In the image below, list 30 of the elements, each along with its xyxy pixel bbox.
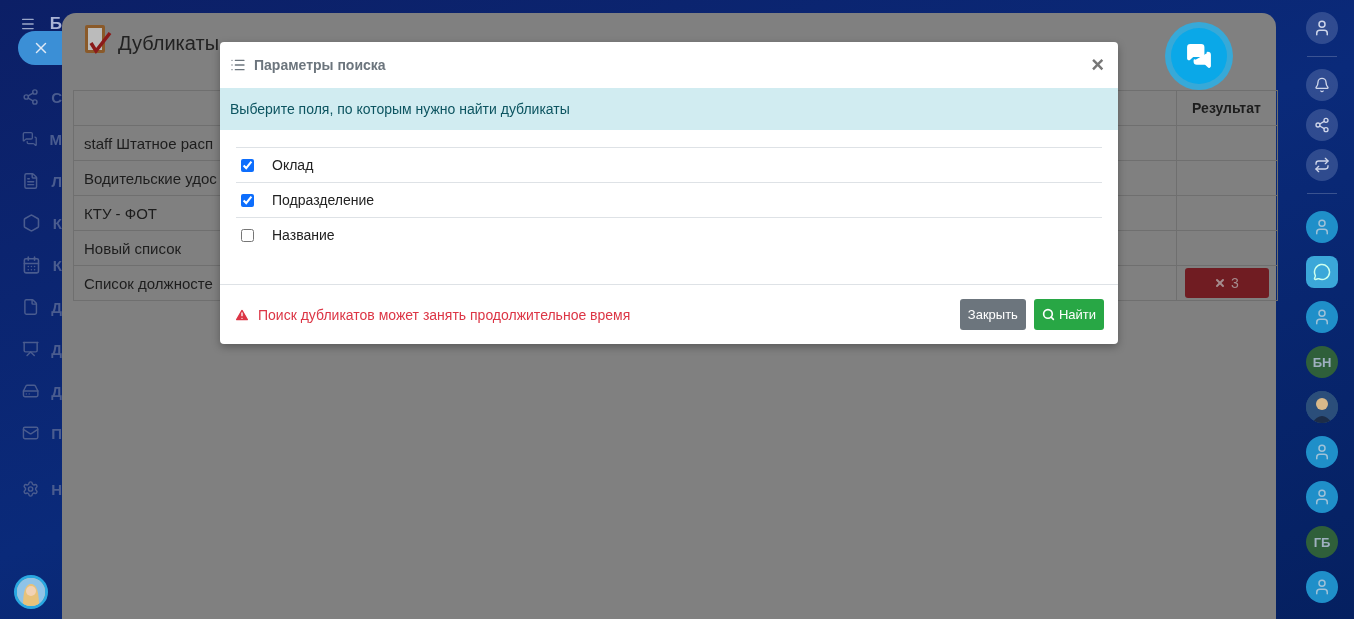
dialog-title: Параметры поиска xyxy=(254,57,386,73)
sidebar-item[interactable]: С xyxy=(12,76,62,118)
panel-title: Дубликаты xyxy=(118,31,219,55)
sidebar-item[interactable]: Д xyxy=(12,328,62,370)
brand-text: Б xyxy=(49,14,62,34)
sidebar-item[interactable]: К xyxy=(12,202,62,244)
result-badge[interactable]: 3 xyxy=(1184,268,1269,298)
sidebar-item[interactable]: Д xyxy=(12,286,62,328)
table-cell: КТУ - ФОТ xyxy=(84,204,157,222)
sidebar-item[interactable]: П xyxy=(12,412,62,454)
sidebar-item[interactable]: М xyxy=(12,118,62,160)
close-button[interactable]: Закрыть xyxy=(959,299,1026,330)
initials-avatar[interactable]: БН xyxy=(1306,346,1338,378)
close-button[interactable]: × xyxy=(1089,52,1106,78)
warning-text: Поиск дубликатов может занять продолжительное время xyxy=(258,306,631,323)
initials-avatar[interactable]: ГБ xyxy=(1306,526,1338,558)
table-cell: staff Штатное расп xyxy=(84,134,214,152)
sidebar-item[interactable]: Д xyxy=(12,370,62,412)
search-button[interactable]: Найти xyxy=(1033,299,1104,330)
sidebar-item[interactable]: К xyxy=(12,244,62,286)
table-cell: Водительские удос xyxy=(84,169,217,187)
checkbox-label: Оклад xyxy=(272,157,314,173)
sidebar-item[interactable]: Л xyxy=(12,160,62,202)
column-header: Результат xyxy=(1176,91,1276,125)
table-cell: Список должносте xyxy=(84,274,213,292)
settings-item[interactable]: Н xyxy=(12,468,62,510)
info-alert: Выберите поля, по которым нужно найти дубликаты xyxy=(220,88,1118,130)
table-cell: Новый список xyxy=(84,239,182,257)
checkbox-label: Подразделение xyxy=(272,192,375,208)
checkbox-label: Название xyxy=(272,227,335,243)
